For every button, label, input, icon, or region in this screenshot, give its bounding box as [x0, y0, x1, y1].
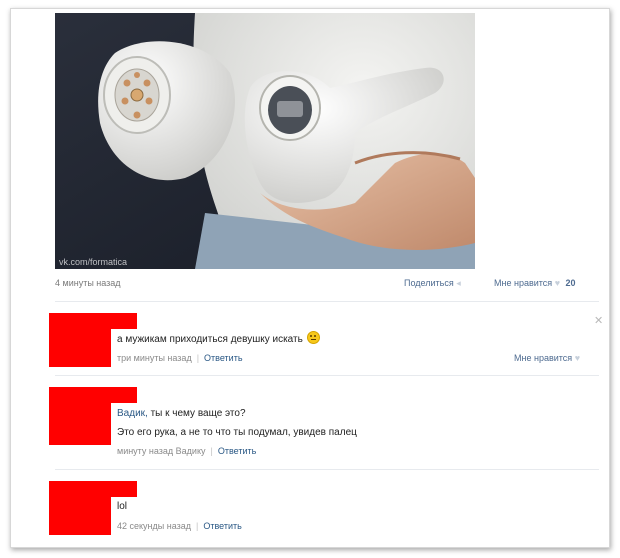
- comment-3-text: lol: [117, 501, 128, 512]
- photo-watermark: vk.com/formatica: [59, 257, 128, 267]
- comment-2-time[interactable]: минуту назад Вадику: [117, 446, 206, 456]
- comment-2-name[interactable]: Вадик,: [117, 408, 148, 419]
- smiley-icon: [306, 331, 320, 344]
- post-like-label: Мне нравится: [494, 278, 553, 288]
- share-icon: ◂: [456, 278, 461, 288]
- share-button[interactable]: Поделиться ◂: [404, 278, 461, 289]
- avatar-redacted-3[interactable]: [49, 481, 137, 535]
- heart-icon: ♥: [574, 353, 581, 363]
- comment-2-reply-link[interactable]: Ответить: [218, 446, 256, 456]
- divider: [55, 375, 599, 376]
- post-like-button[interactable]: Мне нравится ♥ 20: [494, 278, 576, 288]
- comment-1-meta: три минуты назад | Ответить: [117, 353, 243, 363]
- comment-3-time[interactable]: 42 секунды назад: [117, 521, 191, 531]
- divider: [55, 301, 599, 302]
- post-time[interactable]: 4 минуты назад: [55, 278, 121, 288]
- comment-1-reply-link[interactable]: Ответить: [204, 353, 242, 363]
- comment-2-line-2: Это его рука, а не то что ты подумал, ув…: [117, 427, 357, 438]
- avatar-redacted-2[interactable]: [49, 387, 137, 445]
- avatar-redacted-1[interactable]: [49, 313, 137, 367]
- close-icon[interactable]: ✕: [594, 314, 603, 327]
- post-photo[interactable]: vk.com/formatica: [55, 13, 475, 269]
- comment-3-meta: 42 секунды назад | Ответить: [117, 521, 242, 531]
- comment-1-like-button[interactable]: Мне нравится ♥: [514, 353, 580, 363]
- prosthetic-hand-image: [55, 13, 475, 269]
- post-like-count: 20: [565, 278, 576, 288]
- heart-icon: ♥: [554, 278, 561, 288]
- divider: [55, 469, 599, 470]
- comment-1-time[interactable]: три минуты назад: [117, 353, 192, 363]
- comment-2-meta: минуту назад Вадику | Ответить: [117, 446, 257, 456]
- comment-2-line-1: Вадик, ты к чему ваще это?: [117, 408, 246, 419]
- comment-1-text: а мужикам приходиться девушку искать: [117, 331, 320, 345]
- comment-3-reply-link[interactable]: Ответить: [203, 521, 241, 531]
- share-label: Поделиться: [404, 278, 454, 288]
- screenshot-frame: vk.com/formatica 4 минуты назад Поделить…: [10, 8, 610, 548]
